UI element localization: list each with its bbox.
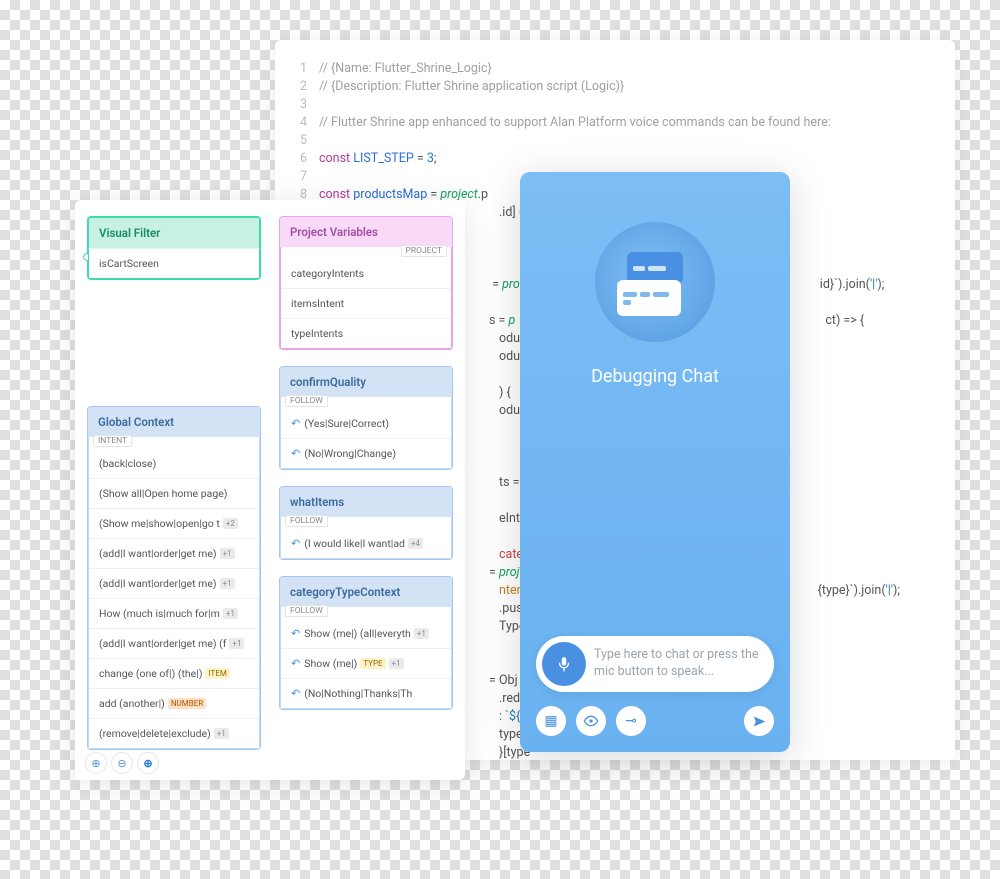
chat-illustration <box>595 222 715 342</box>
zoom-in-icon[interactable]: ⊕ <box>137 752 159 774</box>
follow-tag: FOLLOW <box>285 395 328 407</box>
eye-icon[interactable] <box>576 706 606 736</box>
intent-item[interactable]: change (one of|) (the|)ITEM <box>89 658 259 688</box>
follow-tag: FOLLOW <box>285 515 328 527</box>
code-comment: // {Name: Flutter_Shrine_Logic} <box>319 60 492 78</box>
follow-tag: FOLLOW <box>285 605 328 617</box>
visual-filter-card[interactable]: Visual Filter isCartScreen <box>87 216 261 280</box>
intent-item[interactable]: (back|close) <box>89 449 259 478</box>
what-items-card[interactable]: whatItems FOLLOW ↶(I would like|I want|a… <box>279 486 453 560</box>
intent-item[interactable]: (Show all|Open home page) <box>89 478 259 508</box>
what-items-title: whatItems <box>280 487 452 517</box>
debugging-chat-panel: Debugging Chat Type here to chat or pres… <box>520 172 790 752</box>
follow-item[interactable]: ↶(Yes|Sure|Correct) <box>281 409 451 438</box>
intent-item[interactable]: (add|I want|order|get me)+1 <box>89 538 259 568</box>
chat-input-placeholder: Type here to chat or press the mic butto… <box>594 647 760 681</box>
project-variables-title: Project Variables <box>280 217 452 247</box>
visual-editor-panel: Visual Filter isCartScreen Global Contex… <box>75 200 465 780</box>
visual-filter-item[interactable]: isCartScreen <box>88 248 260 279</box>
category-type-context-card[interactable]: categoryTypeContext FOLLOW ↶Show (me|) (… <box>279 576 453 710</box>
send-button[interactable] <box>744 706 774 736</box>
zoom-out-icon[interactable]: ⊖ <box>111 752 133 774</box>
follow-item[interactable]: ↶(I would like|I want|ad+4 <box>281 529 451 558</box>
visual-toolbar: ⊕ ⊖ ⊕ <box>85 752 159 774</box>
project-var-item[interactable]: itemsIntent <box>281 288 451 318</box>
intent-item[interactable]: (Show me|show|open|go t+2 <box>89 508 259 538</box>
chat-input-area[interactable]: Type here to chat or press the mic butto… <box>536 636 774 692</box>
intent-tag: INTENT <box>93 435 132 447</box>
follow-item[interactable]: ↶Show (me|) TYPE+1 <box>281 648 451 678</box>
confirm-quality-card[interactable]: confirmQuality FOLLOW ↶(Yes|Sure|Correct… <box>279 366 453 470</box>
project-tag: PROJECT <box>401 245 447 257</box>
project-var-item[interactable]: categoryIntents <box>281 259 451 288</box>
code-comment: // {Description: Flutter Shrine applicat… <box>319 78 624 96</box>
category-type-title: categoryTypeContext <box>280 577 452 607</box>
intent-item[interactable]: (remove|delete|exclude)+1 <box>89 718 259 748</box>
intent-item[interactable]: add (another|)NUMBER <box>89 688 259 718</box>
project-var-item[interactable]: typeIntents <box>281 318 451 348</box>
key-icon[interactable]: ⊸ <box>616 706 646 736</box>
visual-filter-title: Visual Filter <box>88 217 260 248</box>
target-icon[interactable]: ⊕ <box>85 752 107 774</box>
intent-item[interactable]: (add|I want|order|get me) (f+1 <box>89 628 259 658</box>
follow-item[interactable]: ↶Show (me|) (all|everyth+1 <box>281 619 451 648</box>
project-variables-card[interactable]: Project Variables PROJECT categoryIntent… <box>279 216 453 350</box>
follow-item[interactable]: ↶(No|Nothing|Thanks|Th <box>281 678 451 708</box>
global-context-card[interactable]: Global Context INTENT (back|close) (Show… <box>87 406 261 750</box>
mic-button[interactable] <box>542 642 586 686</box>
intent-item[interactable]: How (much is|much for|m+1 <box>89 598 259 628</box>
follow-item[interactable]: ↶(No|Wrong|Change) <box>281 438 451 468</box>
intent-item[interactable]: (add|I want|order|get me)+1 <box>89 568 259 598</box>
global-context-title: Global Context <box>88 407 260 437</box>
confirm-quality-title: confirmQuality <box>280 367 452 397</box>
chat-title: Debugging Chat <box>591 366 719 387</box>
qr-icon[interactable]: ▦ <box>536 706 566 736</box>
code-comment: // Flutter Shrine app enhanced to suppor… <box>319 114 831 132</box>
